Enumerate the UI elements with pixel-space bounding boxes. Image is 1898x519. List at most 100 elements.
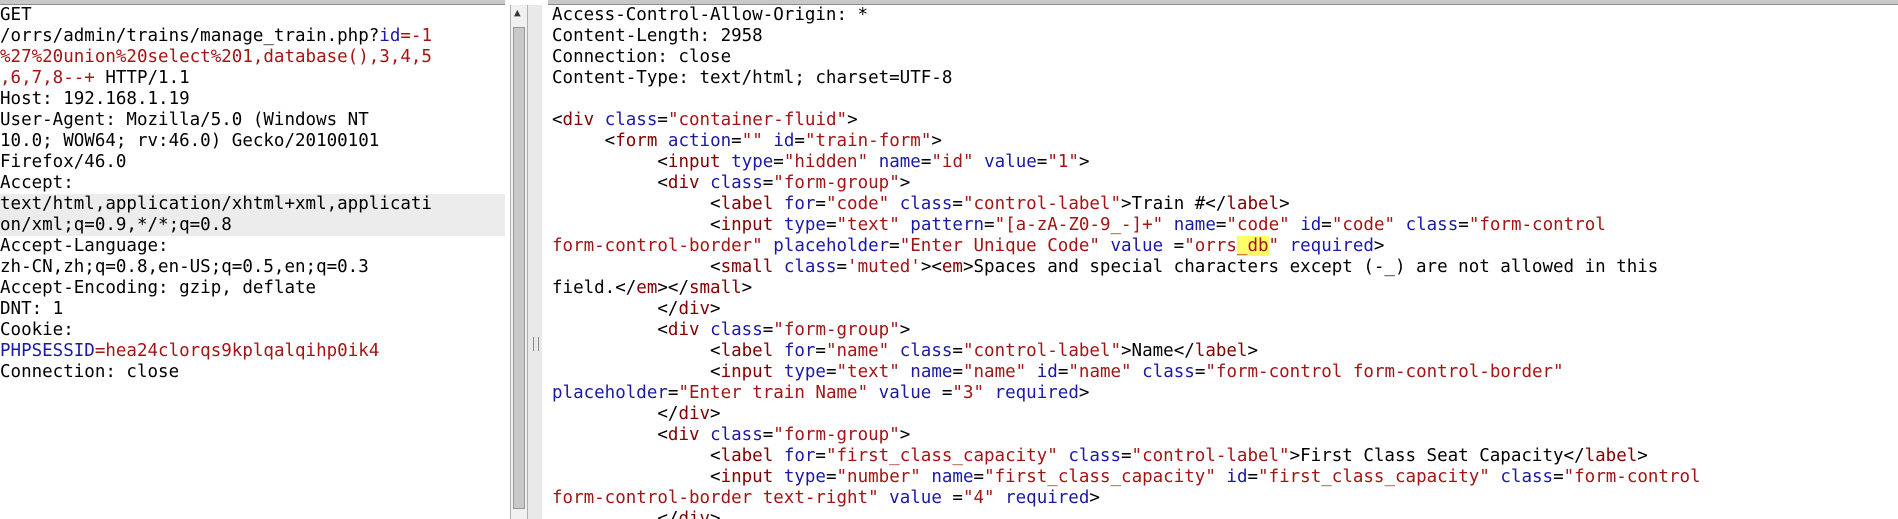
pane-splitter[interactable] [528,5,542,519]
response-token: Access-Control-Allow-Origin: * [552,5,869,25]
response-token: "number" [836,467,921,487]
request-line: User-Agent: Mozilla/5.0 (Windows NT [0,110,505,131]
response-token: input [720,215,774,235]
response-token: "first_class_capacity" [984,467,1216,487]
response-token [879,488,890,508]
response-line: <small class='muted'><em>Spaces and spec… [548,257,1898,278]
response-line: <label for="first_class_capacity" class=… [548,446,1898,467]
request-token: /orrs/admin/trains/manage_train.php? [0,26,380,46]
response-token: = [773,152,784,172]
response-line: </div> [548,404,1898,425]
response-token [900,362,911,382]
response-line: <label for="code" class="control-label">… [548,194,1898,215]
response-token: label [1226,194,1280,214]
response-token: "form-group" [773,173,900,193]
response-token: label [720,341,774,361]
response-token: = [1247,467,1259,487]
response-token: >Train #</ [1121,194,1227,214]
response-line: form-control-border" placeholder="Enter … [548,236,1898,257]
request-line: Firefox/46.0 [0,152,505,173]
response-token: "1" [1047,152,1079,172]
response-token [657,131,668,151]
response-line: <div class="form-group"> [548,173,1898,194]
response-token: "control-label" [1131,446,1290,466]
scroll-up-icon[interactable]: ▲ [514,7,521,18]
response-token: "name" [825,341,890,361]
request-token: %27%20union%20select%201,database(),3,4,… [0,47,432,67]
scroll-thumb[interactable] [513,27,525,509]
response-token: = [762,173,774,193]
response-token: input [720,362,774,382]
response-token: name [1173,215,1216,235]
response-token: > [899,425,911,445]
response-token [1132,362,1143,382]
response-token [700,425,711,445]
request-token: Cookie: [0,320,74,340]
response-token: name [910,362,953,382]
request-line: Host: 192.168.1.19 [0,89,505,110]
response-token: < [552,110,563,130]
response-token: input [667,152,721,172]
request-line: DNT: 1 [0,299,505,320]
response-token [773,215,784,235]
response-token: ></ [657,278,689,298]
response-token: "orrs [1184,236,1237,256]
response-token: "form-group" [773,320,900,340]
request-line: Accept-Language: [0,236,505,257]
response-token: required [1005,488,1090,508]
response-token [773,467,784,487]
response-token: < [552,362,721,382]
response-token: = [952,341,963,361]
response-token: "control-label" [962,194,1122,214]
response-token: = [731,131,742,151]
request-panel[interactable]: GET/orrs/admin/trains/manage_train.php?i… [0,5,505,519]
response-token: " [1268,236,1280,256]
response-token: class [710,320,763,340]
response-token: < [552,320,668,340]
request-token: User-Agent: Mozilla/5.0 (Windows NT [0,110,369,130]
splitter-grip-icon[interactable] [533,337,539,351]
response-token: = [1036,152,1048,172]
response-token: > [710,404,721,424]
response-token: field.</ [552,278,637,298]
request-line: Accept-Encoding: gzip, deflate [0,278,505,299]
response-token: for [783,194,816,214]
response-token [1026,362,1037,382]
response-token: Content-Type: text/html; charset=UTF-8 [552,68,953,88]
request-scrollbar[interactable]: ▲ [510,5,528,519]
response-panel[interactable]: Access-Control-Allow-Origin: * Content-Le… [548,5,1898,519]
response-token: class [899,341,953,361]
response-token: Content-Length: 2958 [552,26,763,46]
response-token: > [1089,488,1100,508]
response-line: Connection: close [548,47,1898,68]
response-token: value [1110,236,1164,256]
response-token: "" [741,131,763,151]
response-token [868,383,879,403]
request-token: Firefox/46.0 [0,152,127,172]
response-token [773,257,784,277]
response-token: id [1226,467,1248,487]
response-token: "Enter Unique Code" [899,236,1100,256]
response-token [1216,467,1227,487]
response-token: "container-fluid" [667,110,848,130]
response-token: < [552,152,668,172]
response-line: </div> [548,299,1898,320]
response-token: "3" [952,383,985,403]
response-token: "text" [836,215,900,235]
response-token: = [762,425,774,445]
response-token: = [825,215,837,235]
response-token: class [1405,215,1459,235]
response-token [1279,236,1290,256]
response-token: id [773,131,795,151]
response-token: type [731,152,774,172]
response-token [773,341,784,361]
response-token: > [1247,341,1259,361]
response-token: >Spaces and special characters except (-… [962,257,1659,277]
response-token: > [1078,152,1090,172]
response-token: div [678,299,711,319]
response-line: <input type="hidden" name="id" value="1"… [548,152,1898,173]
response-token: value [889,488,942,508]
response-token: em [636,278,658,298]
response-token: "hidden" [783,152,869,172]
response-token: value [878,383,932,403]
